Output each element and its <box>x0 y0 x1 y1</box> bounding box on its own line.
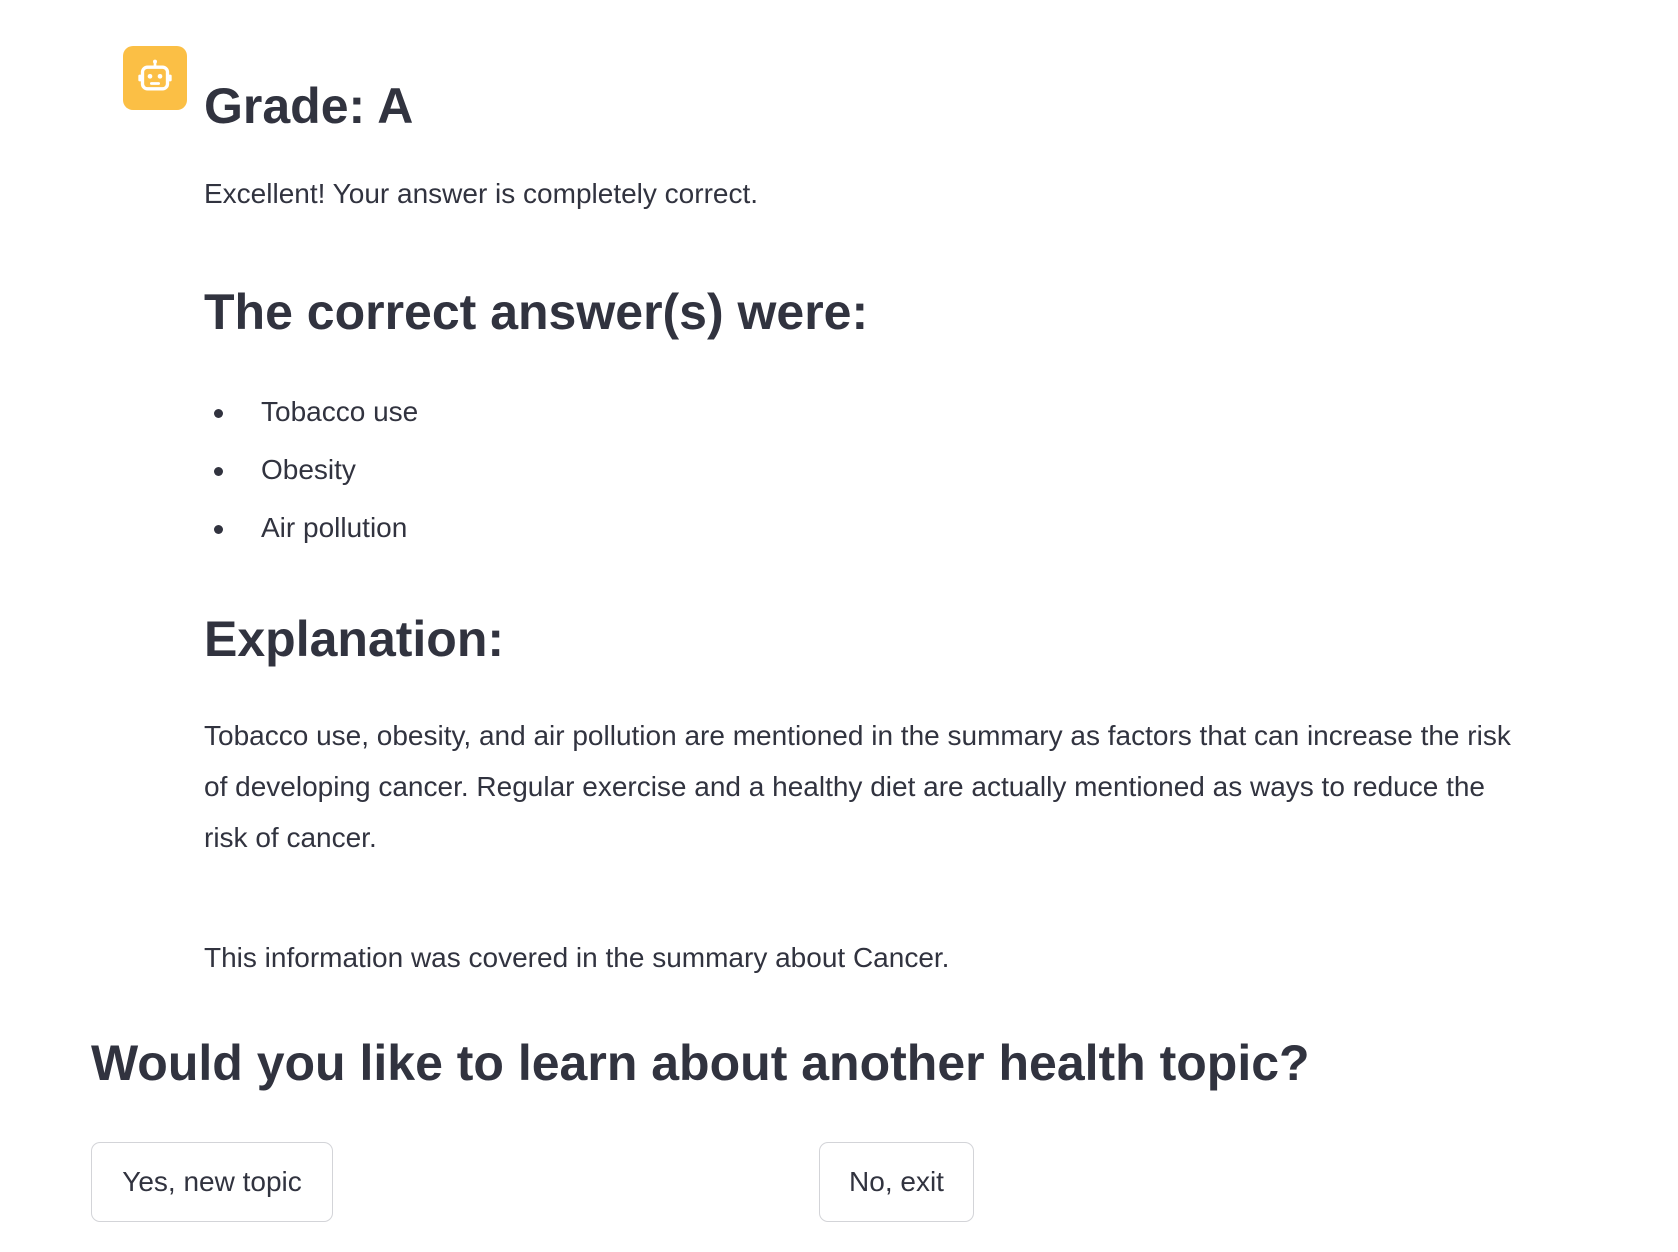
yes-new-topic-button[interactable]: Yes, new topic <box>91 1142 333 1222</box>
explanation-text: Tobacco use, obesity, and air pollution … <box>204 720 1511 853</box>
followup-question: Would you like to learn about another he… <box>91 1035 1310 1091</box>
robot-icon <box>138 59 172 91</box>
correct-answers-heading: The correct answer(s) were: <box>204 284 869 340</box>
bullet-icon <box>214 467 223 476</box>
coverage-text: This information was covered in the summ… <box>204 942 950 973</box>
bullet-icon <box>214 409 223 418</box>
correct-answers-list: Tobacco use Obesity Air pollution <box>204 392 418 566</box>
answer-text: Obesity <box>261 454 356 485</box>
answer-text: Air pollution <box>261 512 408 543</box>
list-item: Air pollution <box>204 508 418 566</box>
list-item: Tobacco use <box>204 392 418 450</box>
explanation-heading: Explanation: <box>204 611 505 667</box>
assistant-avatar <box>123 46 187 110</box>
bullet-icon <box>214 525 223 534</box>
feedback-text: Excellent! Your answer is completely cor… <box>204 178 759 209</box>
list-item: Obesity <box>204 450 418 508</box>
grade-heading: Grade: A <box>204 78 414 134</box>
no-exit-button[interactable]: No, exit <box>819 1142 974 1222</box>
answer-text: Tobacco use <box>261 396 419 427</box>
